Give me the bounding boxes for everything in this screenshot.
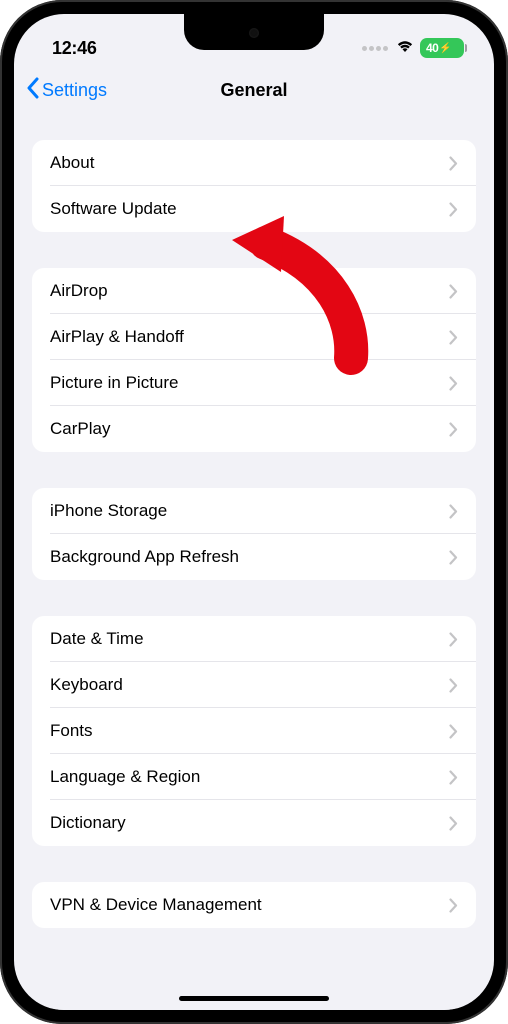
chevron-right-icon: [449, 504, 458, 519]
chevron-right-icon: [449, 550, 458, 565]
row-language-region[interactable]: Language & Region: [32, 754, 476, 800]
chevron-right-icon: [449, 898, 458, 913]
home-indicator[interactable]: [179, 996, 329, 1001]
row-label: Fonts: [50, 721, 93, 741]
row-date-time[interactable]: Date & Time: [32, 616, 476, 662]
row-label: Dictionary: [50, 813, 126, 833]
row-label: About: [50, 153, 94, 173]
chevron-right-icon: [449, 376, 458, 391]
chevron-right-icon: [449, 284, 458, 299]
settings-section: iPhone Storage Background App Refresh: [32, 488, 476, 580]
row-label: Date & Time: [50, 629, 144, 649]
chevron-left-icon: [26, 77, 40, 104]
phone-frame: 12:46 40 ⚡ Settings General Abou: [0, 0, 508, 1024]
wifi-icon: [396, 39, 414, 58]
row-label: Picture in Picture: [50, 373, 179, 393]
row-software-update[interactable]: Software Update: [32, 186, 476, 232]
settings-section: Date & Time Keyboard Fonts Language & Regio…: [32, 616, 476, 846]
nav-bar: Settings General: [14, 68, 494, 118]
settings-section: AirDrop AirPlay & Handoff Picture in Pictu…: [32, 268, 476, 452]
chevron-right-icon: [449, 678, 458, 693]
row-fonts[interactable]: Fonts: [32, 708, 476, 754]
charging-bolt-icon: ⚡: [439, 43, 451, 54]
row-label: CarPlay: [50, 419, 110, 439]
row-carplay[interactable]: CarPlay: [32, 406, 476, 452]
row-label: AirPlay & Handoff: [50, 327, 184, 347]
settings-content: About Software Update AirDrop AirPlay & Han…: [14, 140, 494, 928]
battery-level: 40: [426, 41, 438, 55]
screen: 12:46 40 ⚡ Settings General Abou: [14, 14, 494, 1010]
row-iphone-storage[interactable]: iPhone Storage: [32, 488, 476, 534]
cellular-dots-icon: [362, 46, 388, 51]
row-label: Background App Refresh: [50, 547, 239, 567]
settings-section: VPN & Device Management: [32, 882, 476, 928]
row-label: iPhone Storage: [50, 501, 167, 521]
row-label: Keyboard: [50, 675, 123, 695]
status-time: 12:46: [52, 38, 97, 59]
row-label: AirDrop: [50, 281, 108, 301]
notch: [184, 14, 324, 50]
back-button[interactable]: Settings: [26, 77, 107, 104]
battery-icon: 40 ⚡: [420, 38, 464, 58]
row-about[interactable]: About: [32, 140, 476, 186]
chevron-right-icon: [449, 422, 458, 437]
settings-section: About Software Update: [32, 140, 476, 232]
row-picture-in-picture[interactable]: Picture in Picture: [32, 360, 476, 406]
row-dictionary[interactable]: Dictionary: [32, 800, 476, 846]
row-airplay-handoff[interactable]: AirPlay & Handoff: [32, 314, 476, 360]
row-keyboard[interactable]: Keyboard: [32, 662, 476, 708]
chevron-right-icon: [449, 816, 458, 831]
row-label: Language & Region: [50, 767, 200, 787]
chevron-right-icon: [449, 632, 458, 647]
chevron-right-icon: [449, 156, 458, 171]
row-label: VPN & Device Management: [50, 895, 262, 915]
page-title: General: [220, 80, 287, 101]
status-right: 40 ⚡: [362, 38, 464, 58]
row-label: Software Update: [50, 199, 177, 219]
chevron-right-icon: [449, 330, 458, 345]
chevron-right-icon: [449, 770, 458, 785]
back-label: Settings: [42, 80, 107, 101]
chevron-right-icon: [449, 724, 458, 739]
row-background-app-refresh[interactable]: Background App Refresh: [32, 534, 476, 580]
chevron-right-icon: [449, 202, 458, 217]
row-vpn-device-management[interactable]: VPN & Device Management: [32, 882, 476, 928]
row-airdrop[interactable]: AirDrop: [32, 268, 476, 314]
